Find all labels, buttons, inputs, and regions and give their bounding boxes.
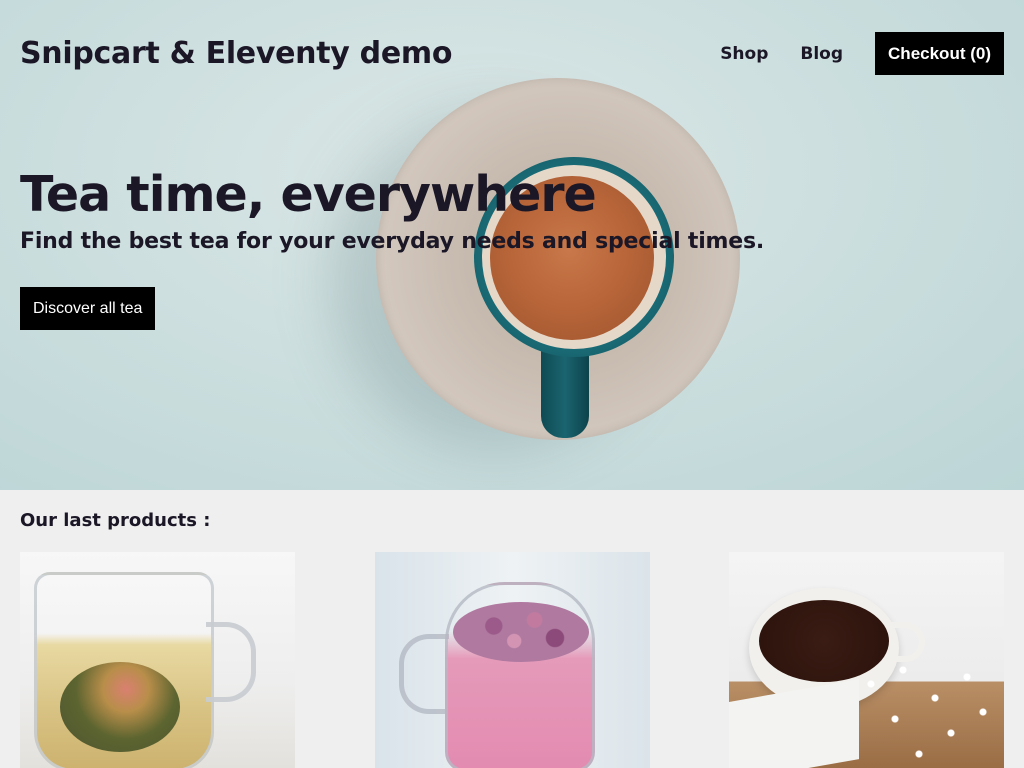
hero-subtitle: Find the best tea for your everyday need… <box>20 229 765 254</box>
main-nav: Shop Blog Checkout (0) <box>720 32 1004 75</box>
product-image <box>20 552 295 768</box>
products-heading: Our last products : <box>20 510 211 531</box>
product-card-2[interactable] <box>375 552 650 768</box>
discover-all-tea-button[interactable]: Discover all tea <box>20 287 156 330</box>
product-image <box>375 552 650 768</box>
product-card-3[interactable] <box>729 552 1004 768</box>
hero-title: Tea time, everywhere <box>20 166 597 223</box>
site-title-link[interactable]: Snipcart & Eleventy demo <box>20 36 452 71</box>
nav-link-shop[interactable]: Shop <box>720 44 768 64</box>
product-card-1[interactable] <box>20 552 295 768</box>
checkout-button[interactable]: Checkout (0) <box>875 32 1004 75</box>
hero-section: Snipcart & Eleventy demo Shop Blog Check… <box>0 0 1024 490</box>
product-image <box>729 552 1004 768</box>
nav-link-blog[interactable]: Blog <box>800 44 843 64</box>
